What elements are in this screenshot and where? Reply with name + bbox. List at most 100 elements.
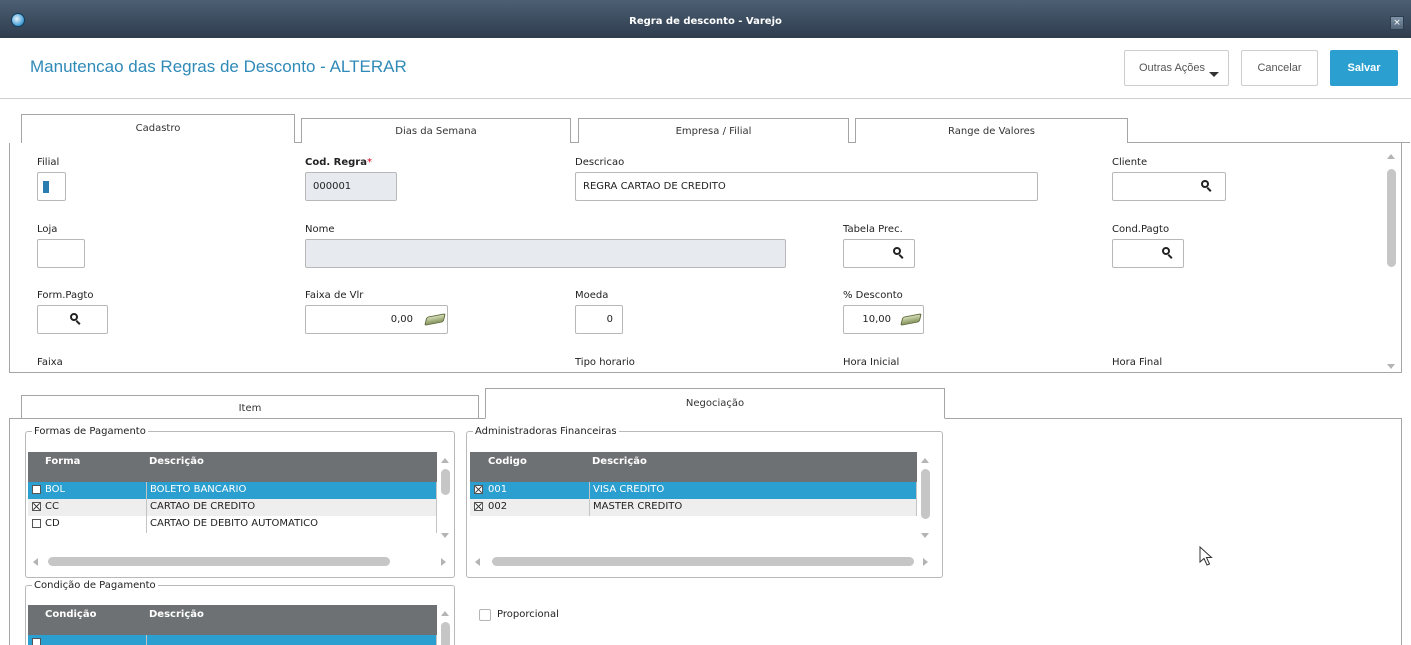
scroll-right-icon[interactable] xyxy=(923,558,928,566)
table-cell: CARTAO DE CREDITO xyxy=(147,499,437,516)
grid-hscrollbar[interactable] xyxy=(28,555,453,569)
scroll-thumb[interactable] xyxy=(492,557,914,566)
column-header: Forma xyxy=(45,456,81,467)
administradoras-legend: Administradoras Financeiras xyxy=(475,426,617,437)
tabela-prec-field[interactable] xyxy=(843,239,915,268)
tab-dias-da-semana[interactable]: Dias da Semana xyxy=(301,118,571,145)
grid-vscrollbar[interactable] xyxy=(437,605,453,645)
table-cell: CD xyxy=(42,516,147,533)
column-header: Codigo xyxy=(488,456,527,467)
scroll-thumb[interactable] xyxy=(1387,169,1396,267)
table-cell: BOLETO BANCARIO xyxy=(147,482,437,499)
search-icon[interactable] xyxy=(893,247,905,259)
search-icon[interactable] xyxy=(70,313,82,325)
scroll-left-icon[interactable] xyxy=(475,558,480,566)
cod-regra-field[interactable]: 000001 xyxy=(305,172,397,201)
grid-hscrollbar[interactable] xyxy=(470,555,935,569)
column-header: Descrição xyxy=(149,609,204,620)
filial-field[interactable] xyxy=(37,172,66,201)
filial-label: Filial xyxy=(37,157,60,168)
administradoras-grid: Codigo Descrição 001 VISA CREDITO 002 MA… xyxy=(470,452,917,552)
moeda-label: Moeda xyxy=(575,290,609,301)
search-icon[interactable] xyxy=(1201,180,1213,192)
table-row[interactable]: 001 VISA CREDITO xyxy=(470,482,917,499)
desconto-value: 10,00 xyxy=(862,314,891,325)
column-header: Descrição xyxy=(592,456,647,467)
row-checkbox-checked[interactable] xyxy=(474,502,483,511)
tab-empresa-filial[interactable]: Empresa / Filial xyxy=(578,118,849,145)
page-title: Manutencao das Regras de Desconto - ALTE… xyxy=(30,57,407,76)
scroll-thumb[interactable] xyxy=(441,622,450,645)
tab-item[interactable]: Item xyxy=(21,395,479,419)
row-checkbox-checked[interactable] xyxy=(474,485,483,494)
table-row[interactable]: BOL BOLETO BANCARIO xyxy=(28,482,437,499)
money-icon[interactable] xyxy=(900,313,922,326)
grid-vscrollbar[interactable] xyxy=(437,452,453,552)
hora-final-label: Hora Final xyxy=(1112,357,1163,368)
row-checkbox[interactable] xyxy=(32,485,41,494)
cond-pagto-field[interactable] xyxy=(1112,239,1184,268)
scroll-right-icon[interactable] xyxy=(441,558,446,566)
close-icon[interactable]: × xyxy=(1390,16,1404,30)
scroll-down-icon[interactable] xyxy=(1387,364,1395,369)
row-checkbox-checked[interactable] xyxy=(32,502,41,511)
nome-label: Nome xyxy=(305,224,335,235)
table-row[interactable]: 002 MASTER CREDITO xyxy=(470,499,917,516)
nome-field[interactable] xyxy=(305,239,786,268)
moeda-field[interactable]: 0 xyxy=(575,305,623,334)
proporcional-label: Proporcional xyxy=(497,609,559,620)
table-row[interactable]: CC CARTAO DE CREDITO xyxy=(28,499,437,516)
cancel-button[interactable]: Cancelar xyxy=(1241,50,1318,86)
form-pagto-field[interactable] xyxy=(37,305,108,334)
scroll-thumb[interactable] xyxy=(441,469,450,495)
table-row[interactable]: CD CARTAO DE DEBITO AUTOMATICO xyxy=(28,516,437,533)
money-icon[interactable] xyxy=(424,313,446,326)
table-cell: CC xyxy=(42,499,147,516)
column-header: Condição xyxy=(45,609,97,620)
scroll-down-icon[interactable] xyxy=(441,533,449,538)
row-checkbox[interactable] xyxy=(32,519,41,528)
scroll-thumb[interactable] xyxy=(921,469,930,519)
scroll-left-icon[interactable] xyxy=(33,558,38,566)
scroll-thumb[interactable] xyxy=(48,557,390,566)
table-cell: VISA CREDITO xyxy=(590,482,917,499)
mouse-cursor-icon xyxy=(1199,546,1213,566)
descricao-field[interactable]: REGRA CARTAO DE CREDITO xyxy=(575,172,1038,201)
scroll-up-icon[interactable] xyxy=(1387,154,1395,159)
table-cell xyxy=(147,635,437,645)
chevron-down-icon xyxy=(1209,72,1219,77)
proporcional-checkbox[interactable] xyxy=(479,609,491,621)
table-cell: 001 xyxy=(485,482,590,499)
scroll-up-icon[interactable] xyxy=(921,458,929,463)
table-cell xyxy=(42,635,147,645)
scroll-up-icon[interactable] xyxy=(441,611,449,616)
search-icon[interactable] xyxy=(1162,247,1174,259)
desconto-field[interactable]: 10,00 xyxy=(843,305,924,334)
window-title: Regra de desconto - Varejo xyxy=(629,16,782,27)
text-cursor-icon xyxy=(43,181,49,193)
scroll-up-icon[interactable] xyxy=(441,458,449,463)
cliente-field[interactable] xyxy=(1112,172,1226,201)
table-row[interactable] xyxy=(28,635,437,645)
form-scrollbar[interactable] xyxy=(1383,148,1399,373)
cond-pagto-label: Cond.Pagto xyxy=(1112,224,1170,235)
scroll-down-icon[interactable] xyxy=(921,533,929,538)
loja-field[interactable] xyxy=(37,239,85,268)
descricao-label: Descricao xyxy=(575,157,625,168)
tabela-prec-label: Tabela Prec. xyxy=(843,224,903,235)
formas-pagamento-legend: Formas de Pagamento xyxy=(34,426,146,437)
more-actions-label: Outras Ações xyxy=(1139,62,1206,74)
tab-range-de-valores[interactable]: Range de Valores xyxy=(855,118,1128,145)
tab-cadastro[interactable]: Cadastro xyxy=(21,114,295,144)
faixa-vlr-value: 0,00 xyxy=(390,314,413,325)
grid-header: Forma Descrição xyxy=(28,452,437,482)
row-checkbox[interactable] xyxy=(32,638,41,645)
tab-negociacao[interactable]: Negociação xyxy=(485,388,945,419)
save-button[interactable]: Salvar xyxy=(1330,50,1398,86)
table-cell: BOL xyxy=(42,482,147,499)
grid-header: Codigo Descrição xyxy=(470,452,917,482)
formas-pagamento-grid: Forma Descrição BOL BOLETO BANCARIO CC C… xyxy=(28,452,437,552)
grid-vscrollbar[interactable] xyxy=(917,452,933,552)
faixa-vlr-field[interactable]: 0,00 xyxy=(305,305,448,334)
more-actions-button[interactable]: Outras Ações xyxy=(1124,50,1229,86)
